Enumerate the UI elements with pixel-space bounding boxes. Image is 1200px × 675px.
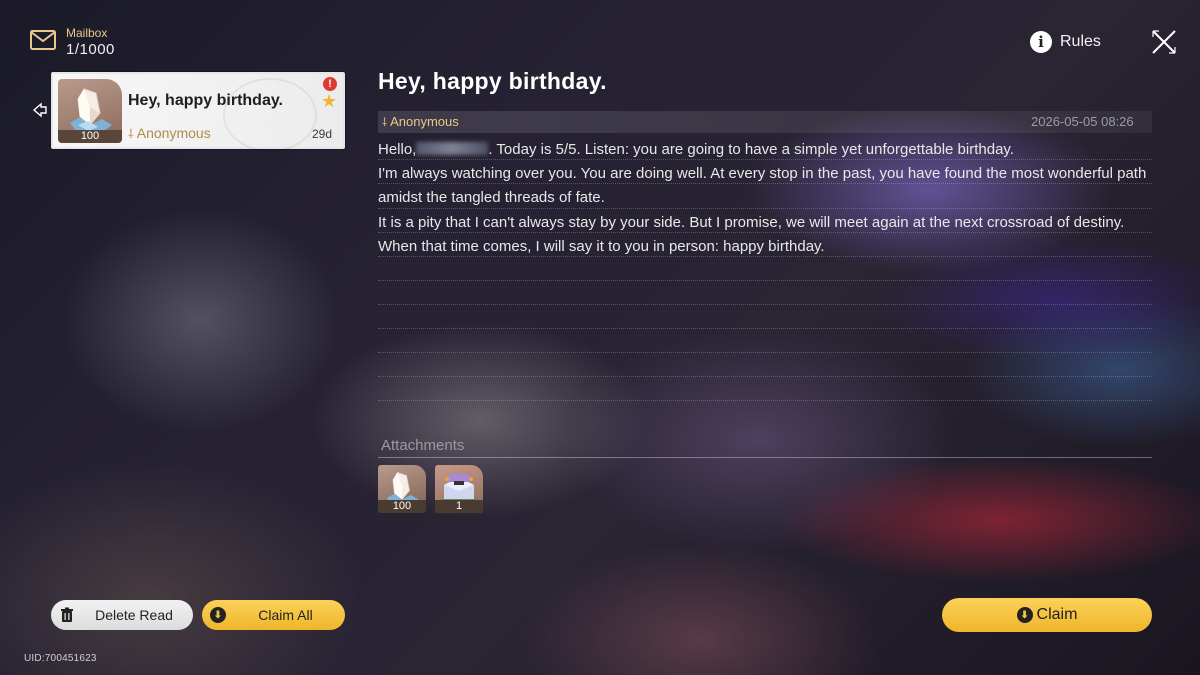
attachment-quantity: 100 [378,500,426,513]
attachments-label: Attachments [381,437,465,454]
mailbox-count: 1/1000 [66,41,115,58]
mail-body-line: I'm always watching over you. You are do… [378,165,1147,207]
close-icon[interactable] [1150,28,1178,56]
claim-button[interactable]: ⬇ Claim [942,598,1152,632]
info-icon: i [1030,31,1052,53]
line1-text: . Today is 5/5. Listen: you are going to… [488,141,1014,158]
mail-item-age: 29d [312,127,333,141]
detail-sender: ⸸ Anonymous [382,114,459,130]
ruled-line [378,328,1152,329]
mail-detail-title: Hey, happy birthday. [378,68,607,94]
mail-item-title: Hey, happy birthday. [128,92,283,109]
star-icon: ★ [321,91,338,111]
attachments-divider [378,457,1152,458]
mail-item-sender: ⸸ Anonymous [128,125,211,142]
ruled-line [378,304,1152,305]
mail-item-sender-name: Anonymous [136,125,211,141]
ruled-line [378,280,1152,281]
detail-sender-name: Anonymous [390,114,459,129]
greeting-text: Hello, [378,141,417,158]
thumbnail-quantity: 100 [58,130,122,143]
mail-thumbnail: 100 [58,79,122,143]
user-id: UID:700451623 [24,653,97,664]
claim-all-button[interactable]: ⬇ Claim All [202,600,345,630]
attachment-cake[interactable]: 1 [435,465,483,513]
detail-date: 2026-05-05 08:26 [1031,114,1134,129]
claim-all-label: Claim All [258,607,313,623]
mail-body: Hello, . Today is 5/5. Listen: you are go… [378,138,1152,259]
card-emblem-decoration [223,78,317,152]
feather-icon: ⸸ [382,117,388,129]
rules-button[interactable]: i Rules [1030,30,1101,54]
ruled-line [378,183,1152,184]
delete-read-label: Delete Read [95,607,173,623]
rules-label: Rules [1060,33,1101,50]
ruled-line [378,208,1152,209]
download-icon: ⬇ [1016,607,1033,623]
attachment-quantity: 1 [435,500,483,513]
mail-list-item[interactable]: 100 Hey, happy birthday. ⸸ Anonymous 29d… [51,72,345,152]
envelope-icon [30,30,56,50]
ruled-line [378,376,1152,377]
ruled-line [378,232,1152,233]
selection-arrow-icon [32,102,47,118]
mailbox-title: Mailbox [66,26,108,40]
claim-label: Claim [1036,606,1078,623]
redacted-name [416,142,489,155]
feather-icon: ⸸ [128,127,134,141]
trash-icon [61,607,73,622]
ruled-line [378,256,1152,257]
ruled-line [378,352,1152,353]
ruled-line [378,159,1152,160]
delete-read-button[interactable]: Delete Read [51,600,193,630]
ruled-line [378,400,1152,401]
unread-alert-icon: ! [323,77,337,91]
attachment-crystal[interactable]: 100 [378,465,426,513]
download-icon: ⬇ [210,607,226,623]
